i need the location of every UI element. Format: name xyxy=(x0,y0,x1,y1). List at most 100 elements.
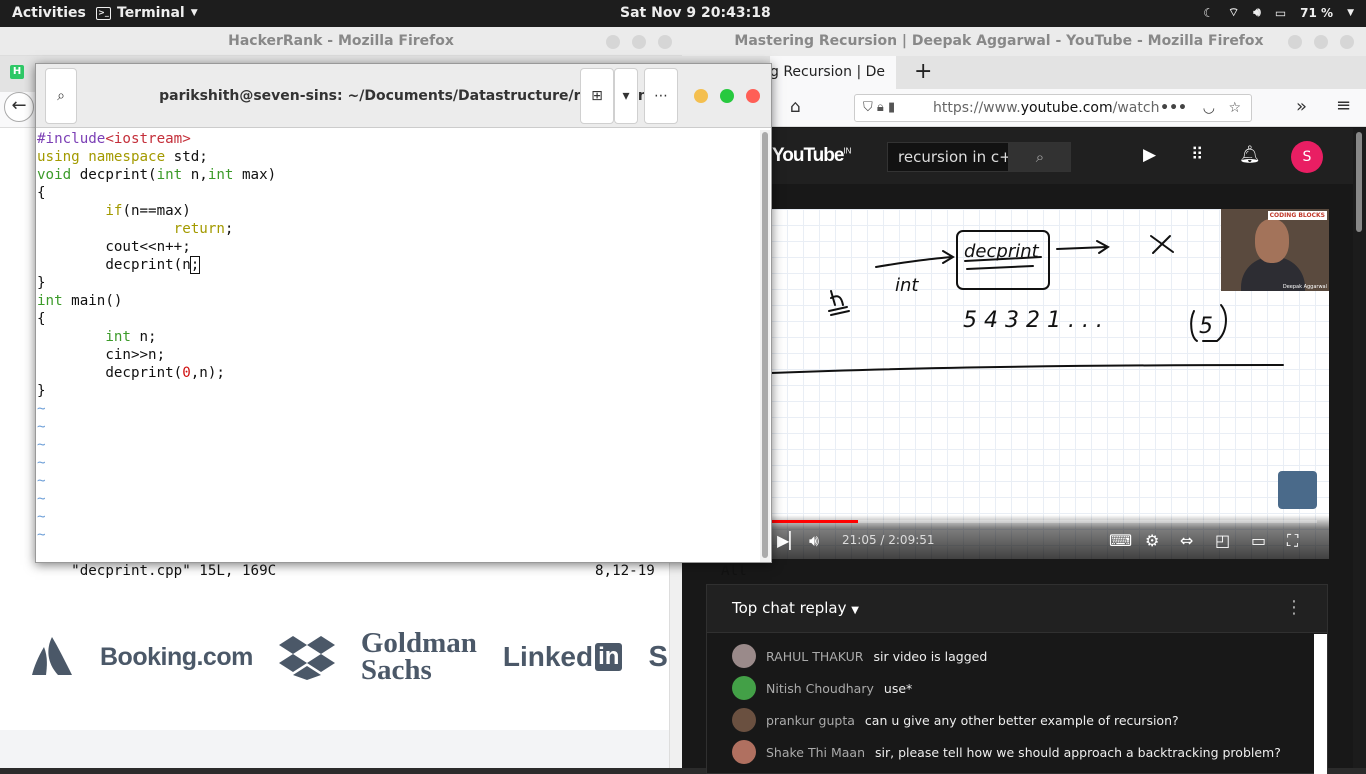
bookmark-star-icon[interactable]: ☆ xyxy=(1228,95,1241,121)
chevron-down-icon: ▼ xyxy=(190,8,198,18)
chat-author[interactable]: Shake Thi Maan xyxy=(766,745,865,760)
url-bar[interactable]: ⛉ 🔒︎ ▮ https://www.youtube.com/watch •••… xyxy=(854,94,1252,122)
status-scroll: All xyxy=(721,563,747,579)
home-icon[interactable]: ⌂ xyxy=(790,97,801,117)
page-actions-icon[interactable]: ••• xyxy=(1160,95,1187,121)
new-tab-button[interactable]: + xyxy=(914,59,932,84)
chat-author[interactable]: Nitish Choudhary xyxy=(766,681,874,696)
chat-author[interactable]: prankur gupta xyxy=(766,713,855,728)
text-cursor: ; xyxy=(189,256,201,274)
booking-logo: Booking.com xyxy=(100,642,253,671)
channel-watermark[interactable] xyxy=(1278,471,1317,509)
code-token: cin>>n; xyxy=(37,347,166,363)
linkedin-logo: Linked in xyxy=(503,641,623,673)
code-line: ~ xyxy=(37,526,760,544)
code-token: ~ xyxy=(37,455,46,471)
miniplayer-icon[interactable]: ⇔ xyxy=(1180,531,1193,550)
camera-permission-icon[interactable]: ▮ xyxy=(888,100,895,115)
chat-avatar[interactable] xyxy=(732,708,756,732)
page-scrollbar[interactable] xyxy=(1353,128,1366,768)
volume-icon[interactable]: 🔊︎ xyxy=(809,531,819,551)
code-token: #include xyxy=(37,131,106,147)
search-icon[interactable]: ⌕ xyxy=(45,68,77,124)
maximize-button[interactable] xyxy=(1314,35,1328,49)
video-progress-bar[interactable] xyxy=(771,520,1317,523)
video-time: 21:05 / 2:09:51 xyxy=(842,533,935,547)
new-tab-icon[interactable]: ⊞ xyxy=(580,68,614,124)
settings-gear-icon[interactable]: ⚙ xyxy=(1145,531,1159,550)
code-token: ,n); xyxy=(190,365,225,381)
picture-in-picture-icon[interactable]: ◰ xyxy=(1215,531,1230,550)
company-logos: Booking.com Goldman Sachs Linked in S xyxy=(0,597,669,717)
chat-avatar[interactable] xyxy=(732,644,756,668)
notifications-bell-icon[interactable]: 🔔︎ xyxy=(1239,145,1261,165)
code-token: int xyxy=(207,167,234,183)
menu-dots-icon[interactable]: ⋯ xyxy=(644,68,678,124)
app-menu-label: Terminal xyxy=(117,5,185,21)
youtube-search-input[interactable]: recursion in c++ xyxy=(887,142,1009,172)
chat-avatar[interactable] xyxy=(732,740,756,764)
fullscreen-icon[interactable]: ⛶ xyxy=(1287,531,1298,551)
system-tray[interactable]: ☾ ⌔ 🔊︎ ▭ 71 % ▼ xyxy=(1203,5,1354,20)
next-icon[interactable]: ▶▏ xyxy=(777,531,802,550)
svg-text:5: 5 xyxy=(1199,314,1213,339)
atlassian-logo xyxy=(32,637,72,675)
activities-button[interactable]: Activities xyxy=(12,5,86,21)
shield-icon[interactable]: ⛉ xyxy=(863,100,873,115)
status-file-info: "decprint.cpp" 15L, 169C xyxy=(71,563,277,579)
clock[interactable]: Sat Nov 9 20:43:18 xyxy=(620,5,771,21)
tab-youtube[interactable]: g Recursion | De xyxy=(770,56,896,89)
close-button[interactable] xyxy=(658,35,672,49)
chat-mode-dropdown[interactable]: Top chat replay ▼ xyxy=(732,599,859,617)
theater-mode-icon[interactable]: ▭ xyxy=(1251,531,1266,550)
hackerrank-tab-icon[interactable]: H xyxy=(10,65,24,79)
menu-icon[interactable]: ≡ xyxy=(1336,95,1351,116)
subtitles-icon[interactable]: ⌨ xyxy=(1109,531,1132,550)
vim-editor[interactable]: #include<iostream> using namespace std; vo… xyxy=(36,130,760,562)
close-button[interactable] xyxy=(746,89,760,103)
chat-scrollbar[interactable] xyxy=(1314,634,1327,774)
account-avatar[interactable]: S xyxy=(1291,141,1323,173)
more-options-icon[interactable]: ⋮ xyxy=(1285,597,1303,618)
overflow-chevron-icon[interactable]: » xyxy=(1296,96,1307,117)
lock-icon[interactable]: 🔒︎ xyxy=(877,100,884,115)
chat-author[interactable]: RAHUL THAKUR xyxy=(766,649,864,664)
create-video-icon[interactable]: ▶︎ xyxy=(1143,145,1156,165)
code-token: ~ xyxy=(37,473,46,489)
night-light-icon: ☾ xyxy=(1203,5,1214,20)
maximize-button[interactable] xyxy=(720,89,734,103)
code-token: ; xyxy=(224,221,234,237)
close-button[interactable] xyxy=(1340,35,1354,49)
terminal-app-menu[interactable]: >_ Terminal ▼ xyxy=(96,5,198,21)
instructor-name: Deepak Aggarwal xyxy=(1282,284,1327,290)
code-token: if xyxy=(105,203,123,219)
apps-grid-icon[interactable]: ⠿ xyxy=(1191,145,1203,165)
instructor-webcam: CODING BLOCKS Deepak Aggarwal xyxy=(1221,209,1329,291)
chat-text: can u give any other better example of r… xyxy=(864,712,1179,728)
video-player[interactable]: decprint int 5 4 3 2 1 . . . 5 CODING BL… xyxy=(771,209,1329,559)
code-line: } xyxy=(37,382,760,400)
youtube-logo[interactable]: YouTubeIN xyxy=(772,145,851,167)
search-icon[interactable]: ⌕ xyxy=(1009,142,1071,172)
code-token: 0 xyxy=(182,365,191,381)
code-line: int n; xyxy=(37,328,760,346)
code-line: cin>>n; xyxy=(37,346,760,364)
chat-avatar[interactable] xyxy=(732,676,756,700)
code-token: ~ xyxy=(37,401,46,417)
maximize-button[interactable] xyxy=(632,35,646,49)
back-button[interactable]: ← xyxy=(4,92,34,122)
minimize-button[interactable] xyxy=(694,89,708,103)
minimize-button[interactable] xyxy=(1288,35,1302,49)
code-line: decprint(n; xyxy=(37,256,760,274)
status-cursor-position: 8,12-19 xyxy=(595,563,655,579)
dropbox-logo xyxy=(278,636,335,680)
minimize-button[interactable] xyxy=(606,35,620,49)
gnome-top-bar: Activities >_ Terminal ▼ Sat Nov 9 20:43… xyxy=(0,0,1366,27)
chevron-down-icon[interactable]: ▾ xyxy=(614,68,638,124)
coding-blocks-badge: CODING BLOCKS xyxy=(1267,211,1327,220)
terminal-scrollbar[interactable] xyxy=(760,130,770,562)
code-token: <iostream> xyxy=(105,131,191,147)
window-title: HackerRank - Mozilla Firefox xyxy=(0,27,682,56)
pocket-icon[interactable]: ◡ xyxy=(1203,95,1215,121)
firefox-window-youtube: Mastering Recursion | Deepak Aggarwal - … xyxy=(682,27,1366,774)
